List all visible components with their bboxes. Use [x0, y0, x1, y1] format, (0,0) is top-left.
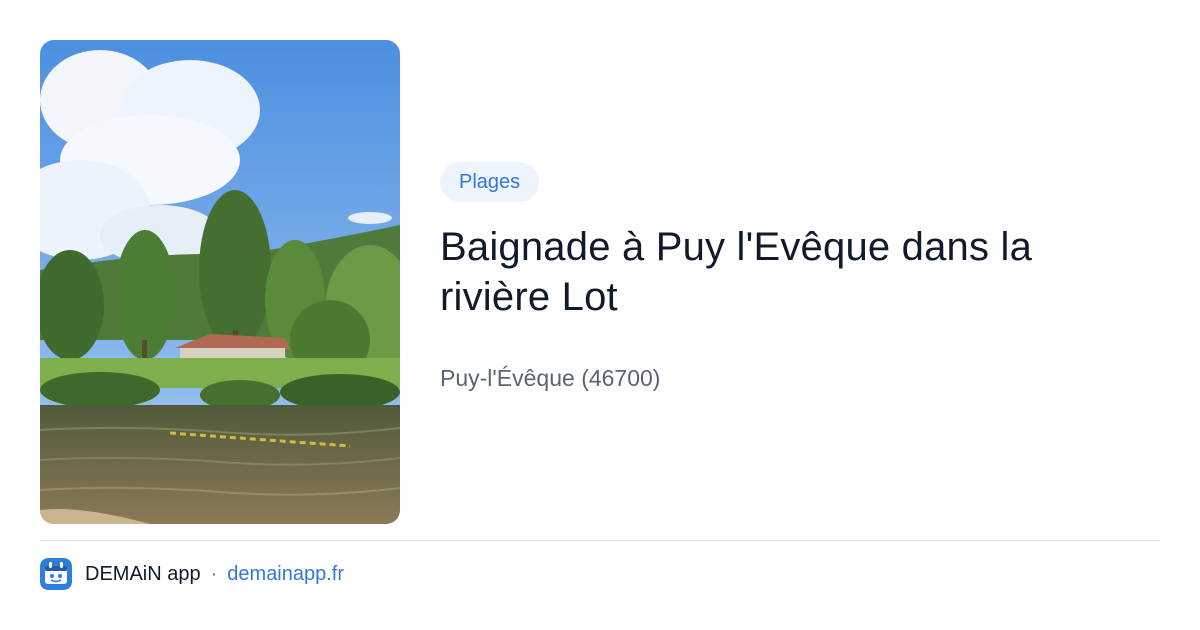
app-domain-link[interactable]: demainapp.fr: [227, 563, 344, 586]
footer-separator: ·: [210, 562, 218, 585]
footer-divider: [40, 540, 1160, 541]
share-card: Plages Baignade à Puy l'Evêque dans la r…: [0, 0, 1200, 630]
place-title[interactable]: Baignade à Puy l'Evêque dans la rivière …: [440, 222, 1140, 322]
river-landscape-image: [40, 40, 400, 524]
place-photo[interactable]: [40, 40, 400, 524]
footer: DEMAiN app · demainapp.fr: [40, 558, 344, 590]
demain-app-logo-icon: [40, 558, 72, 590]
place-location: Puy-l'Évêque (46700): [440, 365, 661, 391]
place-info: Plages Baignade à Puy l'Evêque dans la r…: [440, 162, 1140, 394]
app-name: DEMAiN app: [85, 562, 201, 585]
category-badge[interactable]: Plages: [440, 162, 540, 202]
